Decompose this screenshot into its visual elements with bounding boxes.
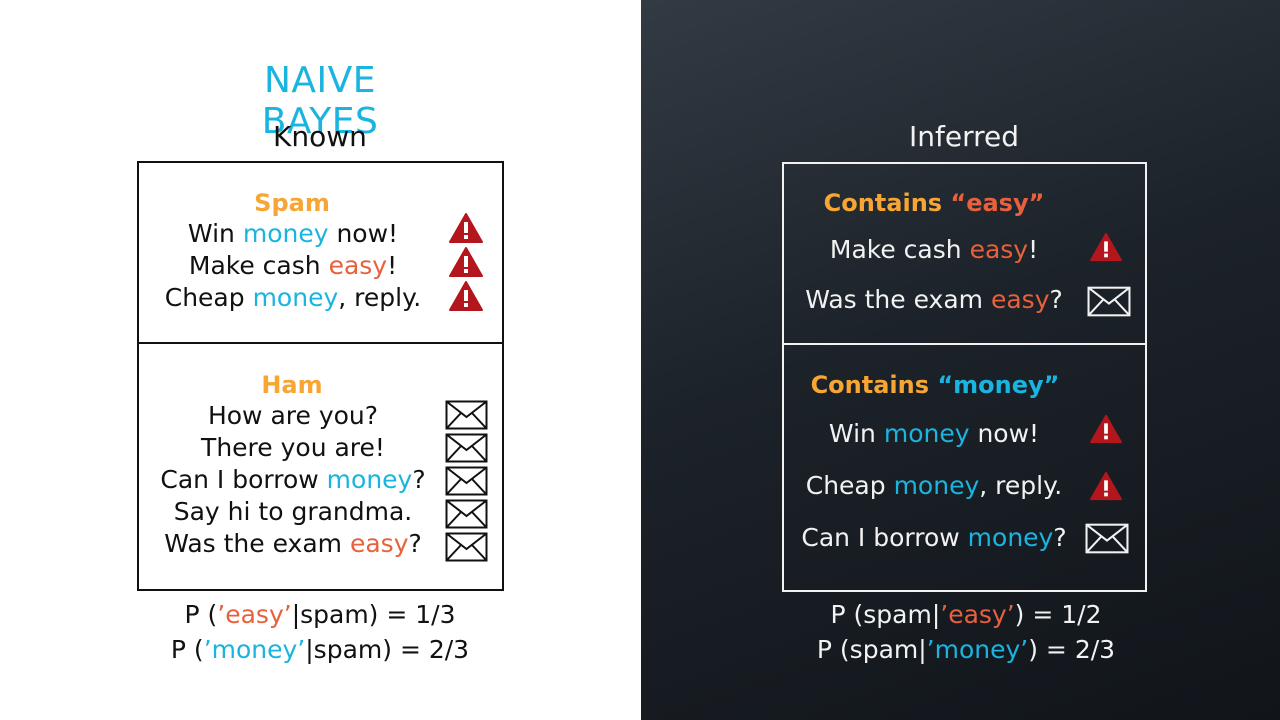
row-text: Say hi to grandma.	[173, 497, 413, 526]
row-text: !	[387, 251, 398, 280]
known-heading: Known	[273, 120, 367, 153]
spam-row-1: Win money now!	[153, 218, 433, 250]
warning-icon	[449, 281, 483, 311]
formula-text: |spam) = 1/3	[291, 600, 456, 629]
ham-row-4: Say hi to grandma.	[143, 496, 443, 528]
warning-icon	[449, 213, 483, 243]
money-row-2: Cheap money, reply.	[794, 470, 1074, 502]
envelope-icon	[1087, 286, 1131, 317]
row-text: Make cash	[829, 235, 970, 264]
ham-row-1: How are you?	[163, 400, 423, 432]
row-text: How are you?	[207, 401, 379, 430]
envelope-icon	[445, 433, 488, 463]
row-text: ?	[408, 529, 422, 558]
money-row-1: Win money now!	[814, 418, 1054, 450]
row-text: !	[1028, 235, 1039, 264]
ham-row-2: There you are!	[163, 432, 423, 464]
row-text: Win	[187, 219, 243, 248]
keyword-easy: ’easy’	[217, 600, 292, 629]
keyword-money: “money”	[937, 371, 1060, 399]
envelope-icon	[445, 400, 488, 430]
ham-row-3: Can I borrow money?	[143, 464, 443, 496]
envelope-icon	[1085, 523, 1129, 554]
row-text: Win	[828, 419, 884, 448]
formula-text: P (	[170, 635, 204, 664]
formula-text: ) = 1/2	[1014, 600, 1102, 629]
spam-row-2: Make cash easy!	[153, 250, 433, 282]
keyword-money: ’money’	[203, 635, 306, 664]
keyword-easy: easy	[990, 285, 1050, 314]
row-text: now!	[328, 219, 399, 248]
row-text: , reply.	[338, 283, 422, 312]
keyword-money: money	[252, 283, 339, 312]
easy-row-2: Was the exam easy?	[794, 284, 1074, 316]
keyword-money: money	[326, 465, 413, 494]
ham-row-5: Was the exam easy?	[143, 528, 443, 560]
row-text: Can I borrow	[160, 465, 327, 494]
spam-row-3: Cheap money, reply.	[143, 282, 443, 314]
ham-label: Ham	[261, 371, 323, 399]
keyword-money: money	[967, 523, 1054, 552]
keyword-money: money	[893, 471, 980, 500]
label-text: Contains	[810, 371, 938, 399]
contains-money-label: Contains “money”	[790, 370, 1080, 400]
warning-icon	[1090, 471, 1122, 501]
formula-text: |spam) = 2/3	[305, 635, 470, 664]
keyword-easy: “easy”	[950, 189, 1045, 217]
contains-easy-label: Contains “easy”	[794, 188, 1074, 218]
label-text: Contains	[823, 189, 951, 217]
keyword-money: money	[883, 419, 970, 448]
keyword-easy: easy	[969, 235, 1029, 264]
formula-text: P (spam|	[816, 635, 927, 664]
formula-text: P (	[184, 600, 218, 629]
formula-money-given-spam: P (’money’|spam) = 2/3	[160, 633, 480, 667]
keyword-easy: easy	[328, 251, 388, 280]
formula-spam-given-money: P (spam|’money’) = 2/3	[806, 633, 1126, 667]
row-text: , reply.	[979, 471, 1063, 500]
row-text: Cheap	[164, 283, 253, 312]
money-row-3: Can I borrow money?	[788, 522, 1080, 554]
row-text: ?	[412, 465, 426, 494]
row-text: ?	[1049, 285, 1063, 314]
row-text: Make cash	[188, 251, 329, 280]
formula-text: ) = 2/3	[1028, 635, 1116, 664]
formula-text: P (spam|	[830, 600, 941, 629]
keyword-easy: easy	[349, 529, 409, 558]
row-text: There you are!	[201, 433, 385, 462]
warning-icon	[449, 247, 483, 277]
envelope-icon	[445, 532, 488, 562]
envelope-icon	[445, 499, 488, 529]
row-text: Cheap	[805, 471, 894, 500]
inferred-heading: Inferred	[908, 120, 1019, 153]
warning-icon	[1090, 232, 1122, 262]
row-text: Can I borrow	[801, 523, 968, 552]
envelope-icon	[445, 466, 488, 496]
keyword-easy: ’easy’	[940, 600, 1015, 629]
formula-spam-given-easy: P (spam|’easy’) = 1/2	[806, 598, 1126, 632]
formula-easy-given-spam: P (’easy’|spam) = 1/3	[160, 598, 480, 632]
row-text: Was the exam	[164, 529, 350, 558]
row-text: ?	[1053, 523, 1067, 552]
keyword-money: money	[242, 219, 329, 248]
easy-row-1: Make cash easy!	[814, 234, 1054, 266]
warning-icon	[1090, 414, 1122, 444]
row-text: Was the exam	[805, 285, 991, 314]
row-text: now!	[969, 419, 1040, 448]
spam-label: Spam	[254, 189, 330, 217]
keyword-money: ’money’	[926, 635, 1029, 664]
